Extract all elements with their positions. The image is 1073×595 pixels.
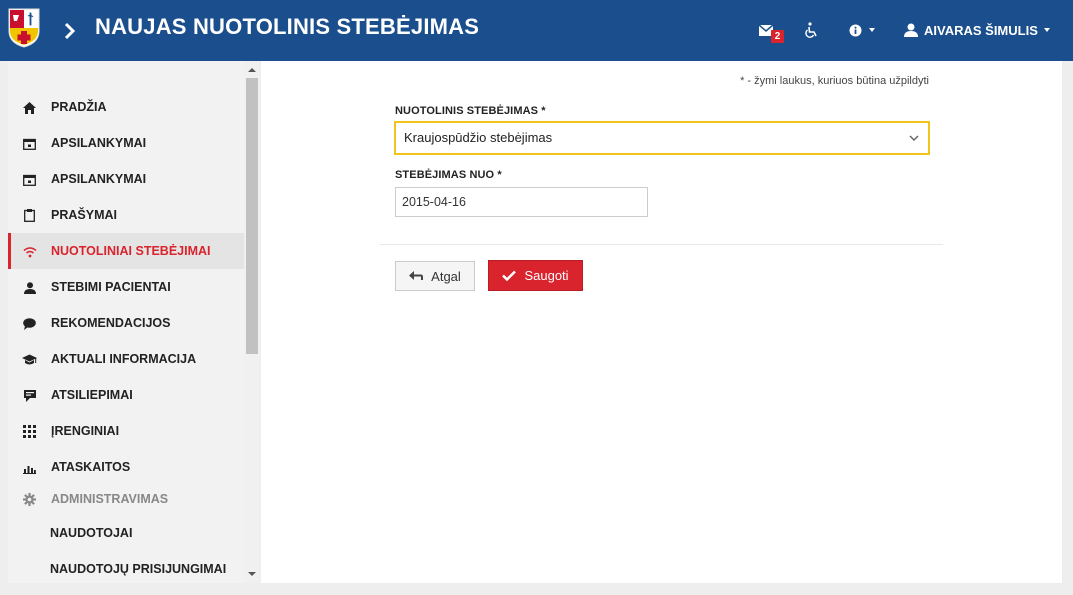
sidebar-item-label: ĮRENGINIAI: [51, 424, 120, 438]
sidebar: PRADŽIA APSILANKYMAI APSILANKYMAI PRAŠYM…: [8, 61, 244, 583]
start-date-field[interactable]: 2015-04-16: [395, 187, 648, 217]
caret-down-icon: [869, 28, 875, 32]
sidebar-item-remote-monitoring[interactable]: NUOTOLINIAI STEBĖJIMAI: [8, 233, 244, 269]
sidebar-item-label: ATASKAITOS: [51, 460, 131, 474]
sidebar-item-label: AKTUALI INFORMACIJA: [51, 352, 197, 366]
sidebar-item-label: NAUDOTOJŲ PRISIJUNGIMAI: [50, 562, 227, 576]
form-divider: [380, 244, 943, 245]
sidebar-item-label: ADMINISTRAVIMAS: [51, 492, 169, 506]
caret-down-icon: [1043, 28, 1050, 32]
scroll-down-arrow-icon[interactable]: [248, 572, 256, 576]
messages-button[interactable]: 2: [759, 20, 785, 43]
sidebar-item-administration[interactable]: ADMINISTRAVIMAS: [8, 481, 244, 517]
chevron-right-icon[interactable]: [62, 19, 78, 43]
monitoring-select-value: Kraujospūdžio stebėjimas: [404, 130, 553, 145]
sidebar-item-label: ATSILIEPIMAI: [51, 388, 133, 402]
scroll-up-arrow-icon[interactable]: [248, 68, 256, 72]
scrollbar-thumb[interactable]: [246, 78, 258, 354]
user-name: AIVARAS ŠIMULIS: [924, 22, 1038, 38]
sidebar-item-label: NAUDOTOJAI: [50, 526, 133, 540]
home-icon: [22, 100, 37, 115]
main-content: * - žymi laukus, kuriuos būtina užpildyt…: [261, 61, 1062, 583]
gear-icon: [22, 492, 37, 507]
checkmark-icon: [502, 270, 517, 281]
back-arrow-icon: [409, 271, 424, 280]
coat-of-arms-logo[interactable]: [7, 7, 41, 49]
sidebar-item-devices[interactable]: ĮRENGINIAI: [8, 413, 244, 449]
sidebar-item-visits-2[interactable]: APSILANKYMAI: [8, 161, 244, 197]
grid-icon: [22, 424, 37, 439]
sidebar-item-requests[interactable]: PRAŠYMAI: [8, 197, 244, 233]
back-button-label: Atgal: [431, 268, 461, 284]
sidebar-item-label: STEBIMI PACIENTAI: [51, 280, 171, 294]
sidebar-item-label: APSILANKYMAI: [51, 136, 147, 150]
comment-icon: [22, 316, 37, 331]
save-button[interactable]: Saugoti: [488, 260, 583, 291]
calendar-icon: [22, 136, 37, 151]
clipboard-icon: [22, 208, 37, 223]
start-date-label: STEBĖJIMAS NUO *: [395, 169, 502, 181]
accessibility-button[interactable]: [804, 20, 820, 40]
calendar-icon: [22, 172, 37, 187]
info-menu-button[interactable]: [849, 20, 879, 40]
unread-count-badge: 2: [771, 30, 784, 43]
chevron-down-icon: [909, 135, 919, 142]
sidebar-item-feedback[interactable]: ATSILIEPIMAI: [8, 377, 244, 413]
sidebar-item-label: APSILANKYMAI: [51, 172, 147, 186]
user-menu-button[interactable]: AIVARAS ŠIMULIS: [904, 20, 1054, 40]
user-icon: [904, 23, 918, 37]
sidebar-item-label: PRADŽIA: [51, 100, 107, 114]
sidebar-scrollbar[interactable]: [244, 61, 260, 583]
wifi-icon: [22, 244, 37, 259]
info-icon: [849, 24, 862, 36]
sidebar-item-label: PRAŠYMAI: [51, 208, 117, 222]
sidebar-item-recommendations[interactable]: REKOMENDACIJOS: [8, 305, 244, 341]
back-button[interactable]: Atgal: [395, 261, 475, 291]
required-fields-note: * - žymi laukus, kuriuos būtina užpildyt…: [740, 75, 929, 87]
monitoring-select[interactable]: Kraujospūdžio stebėjimas: [394, 121, 930, 155]
sidebar-item-label: REKOMENDACIJOS: [51, 316, 171, 330]
bar-chart-icon: [22, 460, 37, 475]
sidebar-item-users[interactable]: NAUDOTOJAI: [8, 515, 244, 551]
feedback-icon: [22, 388, 37, 403]
sidebar-item-user-logins[interactable]: NAUDOTOJŲ PRISIJUNGIMAI: [8, 551, 244, 583]
sidebar-item-monitored-patients[interactable]: STEBIMI PACIENTAI: [8, 269, 244, 305]
page-title: NAUJAS NUOTOLINIS STEBĖJIMAS: [95, 14, 480, 39]
sidebar-item-home[interactable]: PRADŽIA: [8, 89, 244, 125]
sidebar-item-label: NUOTOLINIAI STEBĖJIMAI: [51, 244, 211, 258]
top-header: NAUJAS NUOTOLINIS STEBĖJIMAS 2 AIVARAS Š…: [0, 0, 1073, 61]
sidebar-item-current-info[interactable]: AKTUALI INFORMACIJA: [8, 341, 244, 377]
user-icon: [22, 280, 37, 295]
wheelchair-icon: [805, 22, 817, 38]
monitoring-label: NUOTOLINIS STEBĖJIMAS *: [395, 105, 546, 117]
save-button-label: Saugoti: [524, 268, 569, 283]
sidebar-item-reports[interactable]: ATASKAITOS: [8, 449, 244, 485]
graduation-cap-icon: [22, 352, 37, 367]
sidebar-item-visits[interactable]: APSILANKYMAI: [8, 125, 244, 161]
